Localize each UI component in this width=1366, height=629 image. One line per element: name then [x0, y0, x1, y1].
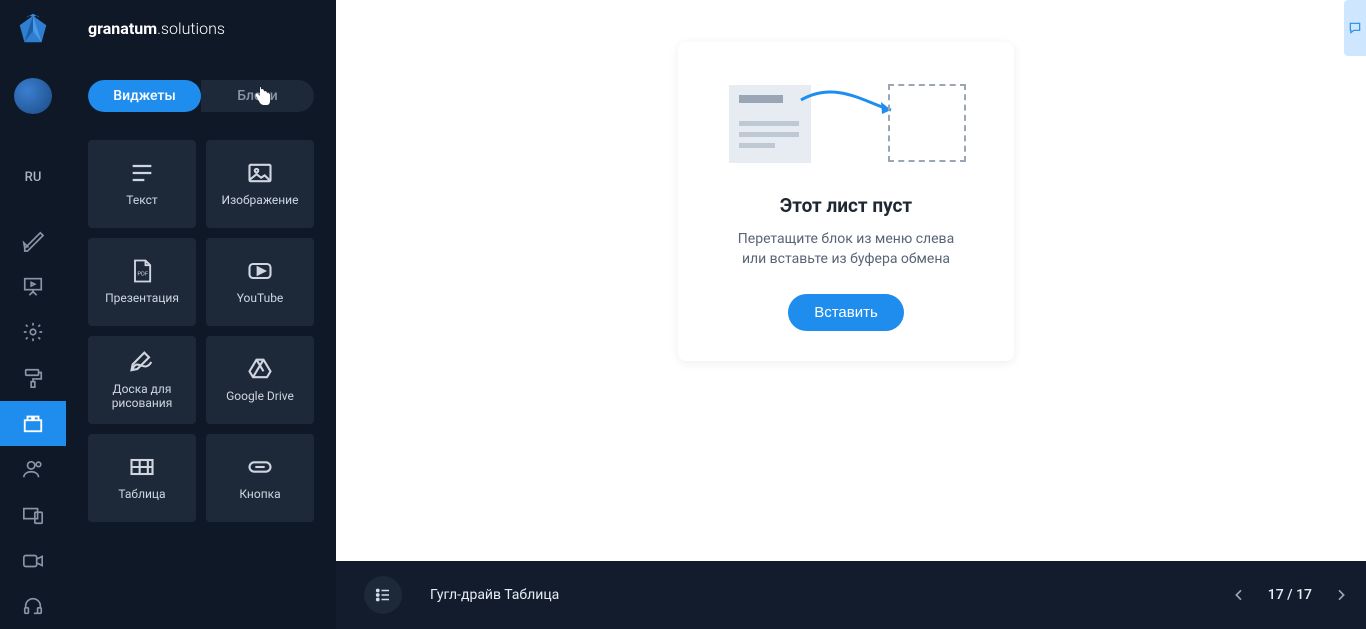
widget-label: Google Drive — [222, 389, 298, 403]
google-drive-icon — [246, 357, 274, 381]
widget-text[interactable]: Текст — [88, 140, 196, 228]
drop-target-icon — [888, 84, 966, 162]
widget-drawing-board[interactable]: Доска для рисования — [88, 336, 196, 424]
widget-label: Изображение — [218, 193, 303, 207]
tab-widgets[interactable]: Виджеты — [88, 80, 201, 112]
panel-tabs: Виджеты Блоки — [88, 80, 314, 112]
avatar[interactable] — [14, 78, 52, 114]
headset-icon[interactable] — [0, 583, 66, 629]
left-rail: RU — [0, 0, 66, 629]
presentation-icon[interactable] — [0, 264, 66, 310]
empty-illustration — [726, 82, 966, 172]
paste-button[interactable]: Вставить — [788, 294, 904, 331]
paint-roller-icon[interactable] — [0, 355, 66, 401]
table-icon — [128, 455, 156, 479]
widget-button[interactable]: Кнопка — [206, 434, 314, 522]
widget-grid: Текст Изображение PDF Презентация YouTub… — [88, 140, 314, 522]
devices-icon[interactable] — [0, 492, 66, 538]
users-icon[interactable] — [0, 446, 66, 492]
draw-pencil-icon — [128, 350, 156, 374]
widget-label: Презентация — [101, 291, 183, 305]
image-icon — [246, 161, 274, 185]
brand-bold: granatum — [88, 19, 157, 38]
chevron-left-icon — [1231, 587, 1247, 603]
language-switcher[interactable]: RU — [0, 154, 66, 200]
empty-subtitle: Перетащите блок из меню слева или вставь… — [738, 229, 954, 270]
chat-icon — [1348, 21, 1362, 35]
app-logo-icon — [14, 10, 52, 48]
widget-table[interactable]: Таблица — [88, 434, 196, 522]
widget-label: Таблица — [114, 487, 169, 501]
button-pill-icon — [246, 455, 274, 479]
empty-title: Этот лист пуст — [780, 194, 912, 217]
empty-state-card: Этот лист пуст Перетащите блок из меню с… — [678, 42, 1014, 361]
brand-light: .solutions — [157, 19, 225, 38]
text-icon — [128, 161, 156, 185]
pencil-ruler-icon[interactable] — [0, 218, 66, 264]
prev-page-button[interactable] — [1224, 580, 1254, 610]
tab-blocks[interactable]: Блоки — [201, 80, 314, 112]
pdf-file-icon: PDF — [128, 259, 156, 283]
youtube-icon — [246, 259, 274, 283]
widget-label: Доска для рисования — [88, 382, 196, 411]
widget-youtube[interactable]: YouTube — [206, 238, 314, 326]
page-counter: 17 / 17 — [1258, 587, 1322, 603]
blocks-icon[interactable] — [0, 401, 66, 447]
brand-title: granatum.solutions — [66, 0, 336, 56]
video-record-icon[interactable] — [0, 538, 66, 584]
widget-presentation[interactable]: PDF Презентация — [88, 238, 196, 326]
settings-gear-icon[interactable] — [0, 309, 66, 355]
widgets-panel: Виджеты Блоки Текст Изображение PDF През… — [66, 56, 336, 629]
list-icon — [374, 586, 392, 604]
sheet-title: Гугл-драйв Таблица — [430, 587, 1224, 603]
chat-tab-button[interactable] — [1344, 0, 1366, 56]
svg-text:PDF: PDF — [137, 271, 149, 277]
widget-label: Текст — [122, 193, 161, 207]
bottom-bar: Гугл-драйв Таблица 17 / 17 — [336, 561, 1366, 629]
main-canvas: Этот лист пуст Перетащите блок из меню с… — [336, 0, 1366, 561]
next-page-button[interactable] — [1326, 580, 1356, 610]
page-navigator: 17 / 17 — [1224, 580, 1356, 610]
widget-google-drive[interactable]: Google Drive — [206, 336, 314, 424]
widget-image[interactable]: Изображение — [206, 140, 314, 228]
chevron-right-icon — [1333, 587, 1349, 603]
outline-button[interactable] — [364, 576, 402, 614]
widget-label: YouTube — [233, 291, 288, 305]
widget-label: Кнопка — [235, 487, 284, 501]
